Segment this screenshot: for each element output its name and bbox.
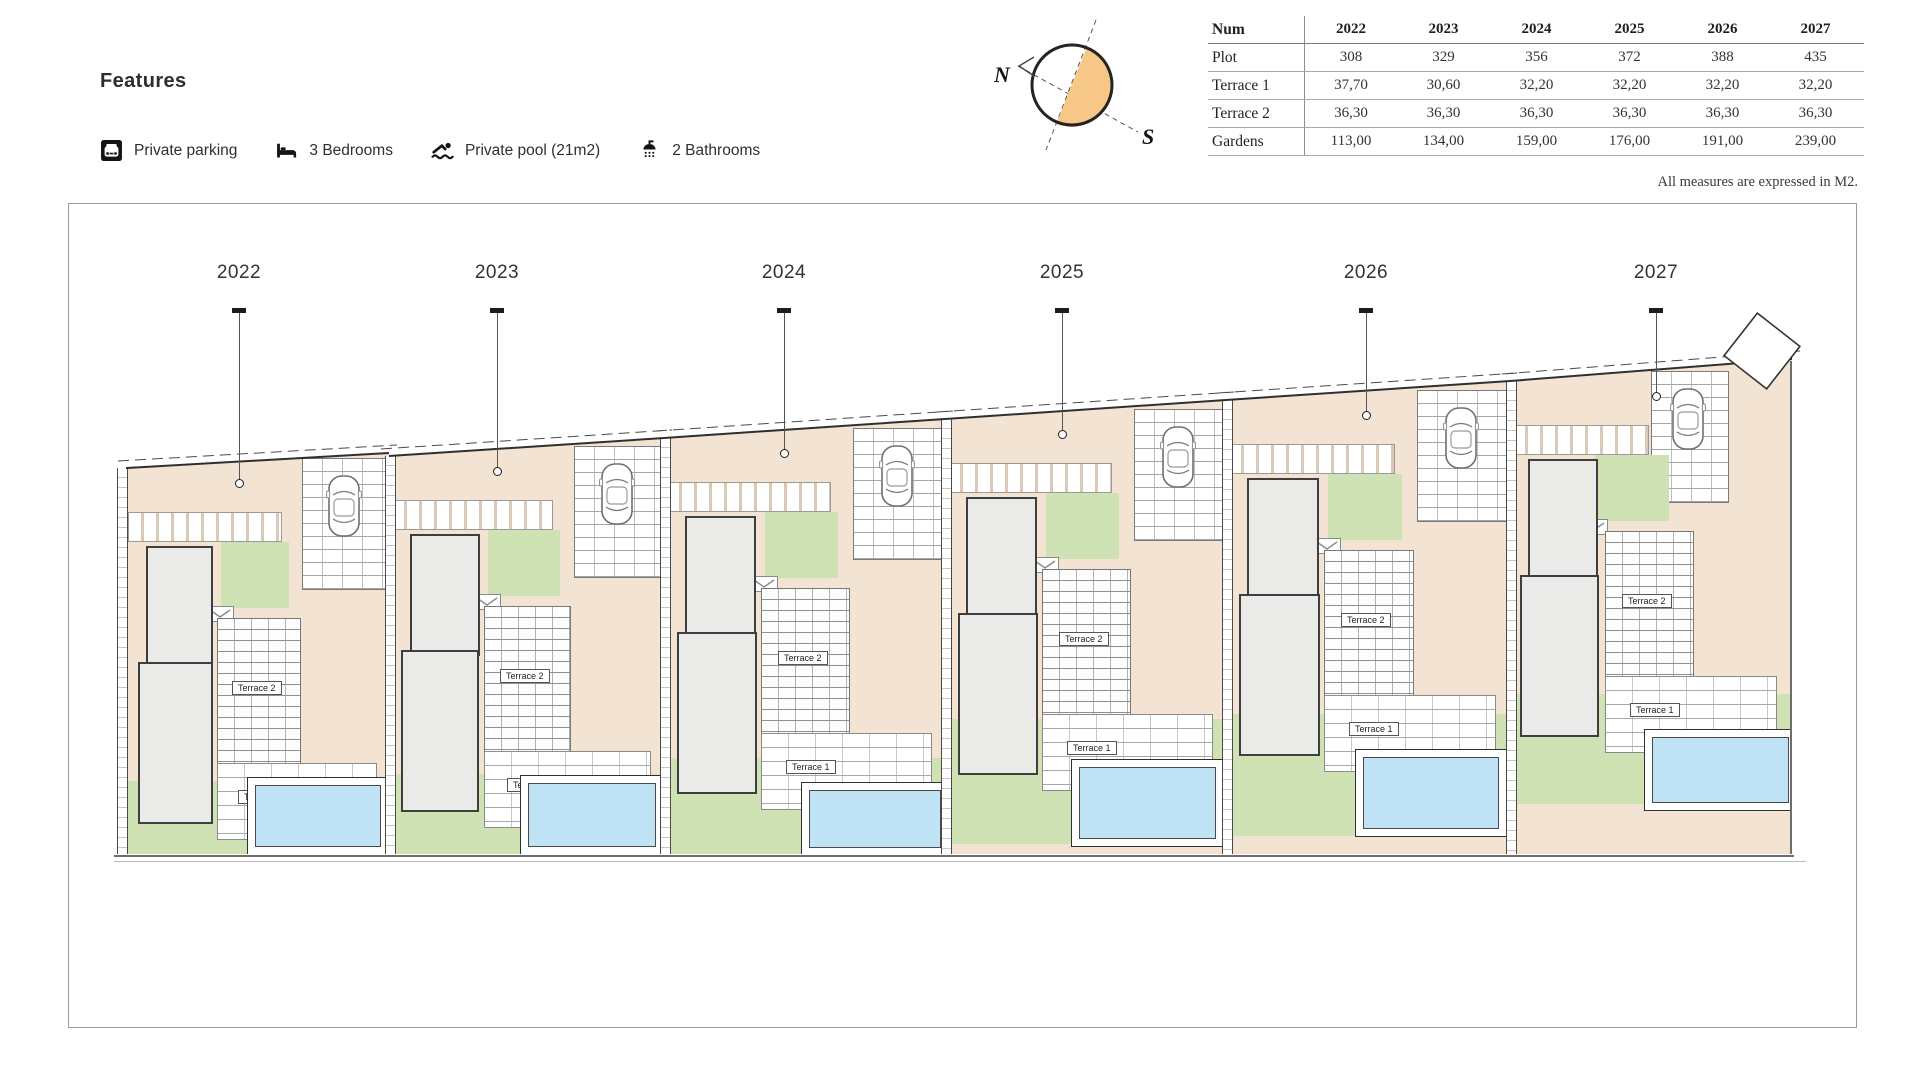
feature-label: 3 Bedrooms [309, 142, 393, 160]
shower-icon [638, 139, 661, 162]
leader-point [780, 449, 789, 458]
feature-private-parking: Private parking [100, 139, 237, 162]
leader-line [1366, 313, 1367, 412]
leader-point [1058, 430, 1067, 439]
leader-point [493, 467, 502, 476]
plot-year-label: 2026 [1326, 262, 1406, 284]
table-row-plot: Plot308329356372388435 [1208, 44, 1864, 72]
col-header: 2024 [1490, 16, 1583, 43]
table-row-gardens: Gardens113,00134,00159,00176,00191,00239… [1208, 128, 1864, 156]
leader-line [239, 313, 240, 480]
leader-line [497, 313, 498, 468]
compass-south-label: S [1142, 124, 1154, 149]
corner-structure-diamond [1724, 313, 1800, 389]
feature-bedrooms: 3 Bedrooms [275, 139, 393, 162]
leader-line [1656, 313, 1657, 393]
leader-point [1362, 411, 1371, 420]
feature-label: Private pool (21m2) [465, 142, 600, 160]
col-header: 2027 [1769, 16, 1862, 43]
col-header: 2026 [1676, 16, 1769, 43]
pool-icon [431, 139, 454, 162]
measurements-table: Num 2022 2023 2024 2025 2026 2027 Plot30… [1208, 16, 1864, 156]
table-header-row: Num 2022 2023 2024 2025 2026 2027 [1208, 16, 1864, 44]
street-boundary-lines [69, 204, 1856, 1027]
features-title: Features [100, 70, 187, 93]
feature-private-pool: Private pool (21m2) [431, 139, 600, 162]
bed-icon [275, 139, 298, 162]
feature-label: 2 Bathrooms [672, 142, 760, 160]
features-legend: Private parking 3 Bedrooms Private pool … [100, 139, 760, 162]
leader-point [1652, 392, 1661, 401]
measures-footnote: All measures are expressed in M2. [1657, 174, 1858, 191]
col-header: 2022 [1304, 16, 1397, 43]
compass-north-label: N [993, 62, 1011, 87]
leader-line [784, 313, 785, 450]
col-header: 2023 [1397, 16, 1490, 43]
parking-icon [100, 139, 123, 162]
plot-year-label: 2025 [1022, 262, 1102, 284]
col-header: Num [1208, 16, 1304, 43]
plot-year-label: 2027 [1616, 262, 1696, 284]
plot-year-label: 2024 [744, 262, 824, 284]
compass-rose: N S [986, 12, 1166, 167]
table-row-terrace1: Terrace 137,7030,6032,2032,2032,2032,20 [1208, 72, 1864, 100]
leader-point [235, 479, 244, 488]
plot-year-label: 2022 [199, 262, 279, 284]
feature-bathrooms: 2 Bathrooms [638, 139, 760, 162]
plot-year-label: 2023 [457, 262, 537, 284]
leader-line [1062, 313, 1063, 431]
site-plan: Terrace 2 Terrace 1 Terrace 2 Terrace 1 [68, 203, 1857, 1028]
table-row-terrace2: Terrace 236,3036,3036,3036,3036,3036,30 [1208, 100, 1864, 128]
col-header: 2025 [1583, 16, 1676, 43]
feature-label: Private parking [134, 142, 237, 160]
